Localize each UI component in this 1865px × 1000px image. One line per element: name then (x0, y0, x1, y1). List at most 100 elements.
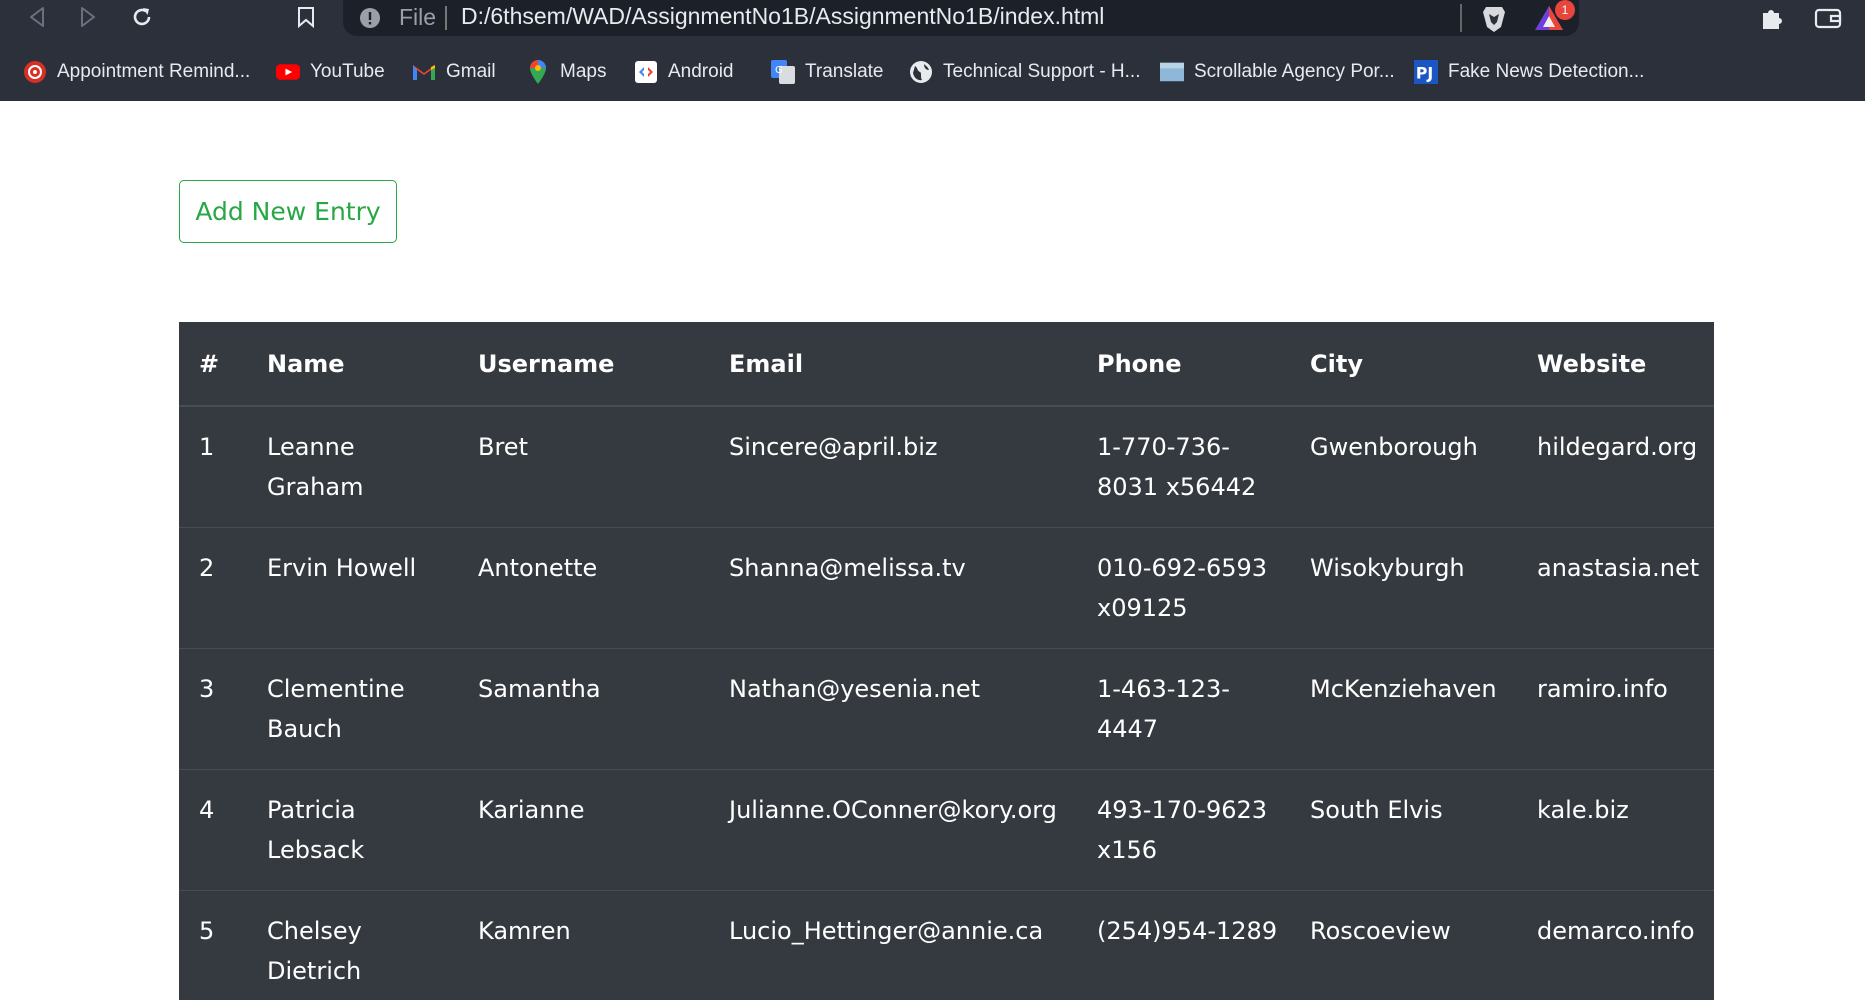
svg-text:G: G (775, 65, 783, 76)
table-row: 4 Patricia Lebsack Karianne Julianne.OCo… (179, 769, 1714, 891)
cell-website: hildegard.org (1537, 433, 1698, 461)
header-website: Website (1537, 349, 1647, 378)
cell-phone: 010-692-6593 x09125 (1097, 554, 1268, 622)
cell-city: Wisokyburgh (1310, 554, 1465, 582)
file-label: File (399, 4, 437, 30)
gmail-icon (412, 60, 436, 84)
wallet-icon (1814, 8, 1842, 29)
cell-username: Karianne (478, 796, 585, 824)
bookmark-label: Gmail (446, 61, 496, 82)
bookmark-label: Technical Support - H... (943, 61, 1141, 82)
cell-name: Patricia Lebsack (267, 796, 365, 864)
address-divider (445, 6, 447, 30)
cell-id: 3 (199, 675, 215, 703)
cell-phone: (254)954-1289 (1097, 917, 1278, 945)
cell-city: Roscoeview (1310, 917, 1451, 945)
cell-email: Shanna@melissa.tv (729, 554, 966, 582)
cell-username: Kamren (478, 917, 571, 945)
bookmark-label: Maps (560, 61, 607, 82)
globe-icon (909, 60, 933, 84)
header-phone: Phone (1097, 349, 1182, 378)
bookmark-label: Scrollable Agency Por... (1194, 61, 1395, 82)
cell-phone: 1-463-123-4447 (1097, 675, 1230, 743)
bookmark-maps[interactable]: Maps (526, 56, 606, 88)
bookmark-youtube[interactable]: YouTube (276, 56, 385, 88)
bookmark-scrollable-agency[interactable]: Scrollable Agency Por... (1160, 56, 1395, 88)
page-thumbnail-icon (1160, 60, 1184, 84)
table-row: 3 Clementine Bauch Samantha Nathan@yesen… (179, 648, 1714, 770)
rewards-badge: 1 (1555, 0, 1575, 20)
forward-button[interactable] (71, 2, 105, 32)
bookmark-page-button[interactable] (289, 2, 323, 32)
address-bar[interactable]: File D:/6thsem/WAD/AssignmentNo1B/Assign… (343, 0, 1579, 36)
appointment-icon (23, 60, 47, 84)
reload-icon (133, 8, 151, 26)
bookmark-fake-news[interactable]: PJ Fake News Detection... (1414, 56, 1644, 88)
cell-name: Chelsey Dietrich (267, 917, 362, 985)
cell-username: Antonette (478, 554, 598, 582)
translate-icon: G (771, 60, 795, 84)
bookmark-label: YouTube (310, 61, 385, 82)
header-email: Email (729, 349, 804, 378)
cell-website: ramiro.info (1537, 675, 1668, 703)
header-username: Username (478, 349, 615, 378)
cell-email: Lucio_Hettinger@annie.ca (729, 917, 1044, 945)
header-city: City (1310, 349, 1363, 378)
bookmarks-bar: Appointment Remind... YouTube Gmail Maps… (0, 52, 1865, 92)
cell-city: McKenziehaven (1310, 675, 1497, 703)
cell-id: 2 (199, 554, 215, 582)
add-new-entry-button[interactable]: Add New Entry (179, 180, 397, 243)
cell-website: kale.biz (1537, 796, 1629, 824)
cell-website: demarco.info (1537, 917, 1695, 945)
cell-phone: 493-170-9623 x156 (1097, 796, 1268, 864)
back-icon (30, 7, 44, 27)
back-button[interactable] (20, 2, 54, 32)
cell-email: Nathan@yesenia.net (729, 675, 981, 703)
maps-icon (526, 60, 550, 84)
users-table: # Name Username Email Phone City Website… (179, 322, 1714, 1000)
forward-icon (81, 7, 95, 27)
bookmark-gmail[interactable]: Gmail (412, 56, 496, 88)
table-row: 2 Ervin Howell Antonette Shanna@melissa.… (179, 527, 1714, 649)
header-number: # (199, 349, 220, 378)
brave-shields-icon[interactable] (1478, 2, 1510, 34)
bookmark-label: Translate (805, 61, 884, 82)
cell-website: anastasia.net (1537, 554, 1700, 582)
cell-username: Bret (478, 433, 528, 461)
bookmark-appointment[interactable]: Appointment Remind... (23, 56, 250, 88)
cell-phone: 1-770-736-8031 x56442 (1097, 433, 1257, 501)
bookmark-technical-support[interactable]: Technical Support - H... (909, 56, 1140, 88)
browser-toolbar: File D:/6thsem/WAD/AssignmentNo1B/Assign… (0, 0, 1865, 36)
table-row: 1 Leanne Graham Bret Sincere@april.biz 1… (179, 406, 1714, 528)
header-name: Name (267, 349, 345, 378)
cell-username: Samantha (478, 675, 601, 703)
bookmark-translate[interactable]: G Translate (771, 56, 884, 88)
bookmark-label: Appointment Remind... (57, 61, 251, 82)
info-icon[interactable] (359, 7, 381, 29)
bookmark-android[interactable]: Android (634, 56, 734, 88)
pj-icon: PJ (1414, 60, 1438, 84)
cell-name: Clementine Bauch (267, 675, 405, 743)
cell-name: Ervin Howell (267, 554, 417, 582)
table-row: 5 Chelsey Dietrich Kamren Lucio_Hettinge… (179, 890, 1714, 1000)
cell-id: 1 (199, 433, 215, 461)
bookmark-label: Android (668, 61, 734, 82)
url-text[interactable]: D:/6thsem/WAD/AssignmentNo1B/AssignmentN… (461, 3, 1104, 30)
cell-city: Gwenborough (1310, 433, 1478, 461)
android-icon (634, 60, 658, 84)
reload-button[interactable] (125, 2, 159, 32)
puzzle-icon (1763, 10, 1782, 29)
bookmark-icon (298, 7, 314, 28)
extensions-button[interactable] (1756, 3, 1788, 33)
bookmark-label: Fake News Detection... (1448, 61, 1645, 82)
cell-name: Leanne Graham (267, 433, 364, 501)
svg-text:PJ: PJ (1416, 63, 1433, 82)
wallet-button[interactable] (1812, 3, 1844, 33)
cell-id: 4 (199, 796, 215, 824)
cell-city: South Elvis (1310, 796, 1443, 824)
address-divider-right (1460, 4, 1462, 32)
cell-email: Sincere@april.biz (729, 433, 938, 461)
cell-email: Julianne.OConner@kory.org (729, 796, 1057, 824)
cell-id: 5 (199, 917, 215, 945)
table-header-row: # Name Username Email Phone City Website (179, 322, 1714, 406)
